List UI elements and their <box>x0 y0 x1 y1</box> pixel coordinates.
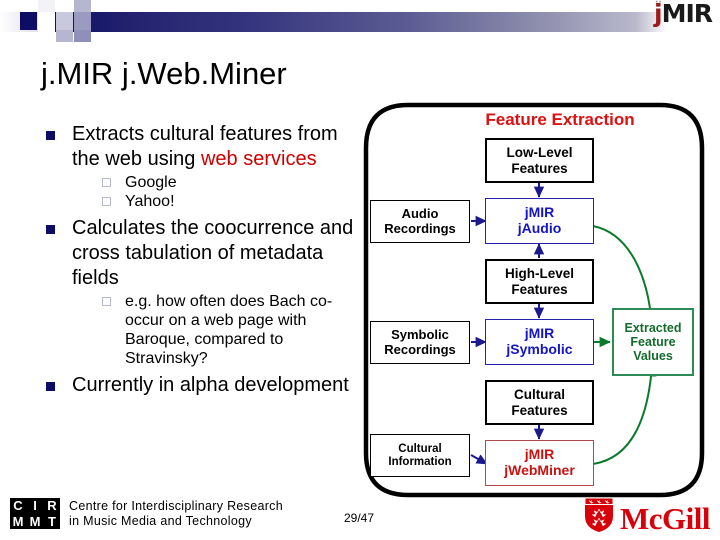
sub-bullet-marker-hollow-square-icon <box>102 197 111 206</box>
decor-square-2 <box>38 0 55 12</box>
header-gradient-bar <box>43 12 667 32</box>
diagram-heading: Feature Extraction <box>485 110 635 129</box>
sub-bullet-text: e.g. how often does Bach co-occur on a w… <box>125 293 333 367</box>
decor-square-3 <box>38 12 55 30</box>
page-title: j.MIR j.Web.Miner <box>41 56 287 91</box>
box-jaudio-line2: jAudio <box>517 220 562 236</box>
cirmmt-logo: C I R M M T Centre for Interdisciplinary… <box>10 498 283 529</box>
bullet-2-sublist: e.g. how often does Bach co-occur on a w… <box>100 292 360 368</box>
box-low-level-features: Low-Level Features <box>485 138 594 183</box>
page-number: 29/47 <box>344 511 375 525</box>
box-jmir-jsymbolic: jMIR jSymbolic <box>485 319 594 365</box>
bullet-item-1: Extracts cultural features from the web … <box>40 122 360 211</box>
sub-bullet-item: Google <box>100 173 360 192</box>
bullet-3-text: Currently in alpha development <box>72 374 349 396</box>
box-jwebminer-line2: jWebMiner <box>504 462 575 478</box>
cirmmt-tagline-line2: in Music Media and Technology <box>69 513 252 528</box>
cirmmt-letter: M <box>10 514 26 529</box>
decor-square-1 <box>20 12 37 30</box>
bullet-1-accent: web services <box>200 148 317 170</box>
mcgill-logo: McGill <box>584 497 710 536</box>
cirmmt-letter: R <box>44 498 60 513</box>
bullet-1-text: Extracts cultural features from the web … <box>72 122 360 172</box>
cirmmt-tagline: Centre for Interdisciplinary Research in… <box>69 499 283 529</box>
box-jsymbolic-line2: jSymbolic <box>506 341 573 357</box>
feature-extraction-diagram: Feature Extraction Low-Level Features jM… <box>360 98 712 502</box>
sub-bullet-item: e.g. how often does Bach co-occur on a w… <box>100 292 360 368</box>
decor-square-10 <box>74 30 91 42</box>
jmir-logo-sparkle: ·· <box>654 0 662 8</box>
sub-bullet-text: Yahoo! <box>125 193 175 210</box>
sub-bullet-item: Yahoo! <box>100 192 360 211</box>
cirmmt-letter-mark: C I R M M T <box>10 498 60 529</box>
box-jsymbolic-line1: jMIR <box>524 325 555 342</box>
bullet-item-2: Calculates the coocurrence and cross tab… <box>40 216 360 368</box>
jmir-logo: ·· jMIR <box>654 0 713 28</box>
decor-square-7 <box>74 0 91 12</box>
box-symbolic-recordings: Symbolic Recordings <box>370 321 470 364</box>
mcgill-wordmark: McGill <box>620 500 710 536</box>
decor-square-8 <box>74 12 91 30</box>
box-jaudio-line1: jMIR <box>524 204 555 221</box>
sub-bullet-marker-hollow-square-icon <box>102 178 111 187</box>
bullet-marker-square-icon <box>46 131 55 140</box>
decor-square-9 <box>56 30 73 42</box>
cirmmt-letter: T <box>44 514 60 529</box>
sub-bullet-text: Google <box>125 174 177 191</box>
cirmmt-letter: C <box>10 498 26 513</box>
cirmmt-letter: I <box>27 498 43 513</box>
cirmmt-tagline-line1: Centre for Interdisciplinary Research <box>69 498 283 513</box>
decor-square-5 <box>56 12 73 30</box>
mcgill-shield-icon <box>584 497 614 532</box>
cirmmt-letter: M <box>27 514 43 529</box>
bullet-1-sublist: Google Yahoo! <box>100 173 360 211</box>
bullet-content: Extracts cultural features from the web … <box>40 122 360 402</box>
header-decoration <box>0 0 720 46</box>
bullet-marker-square-icon <box>46 382 55 391</box>
bullet-item-3: Currently in alpha development <box>40 373 360 398</box>
bullet-2-text: Calculates the coocurrence and cross tab… <box>72 217 354 289</box>
box-jmir-jwebminer: jMIR jWebMiner <box>485 440 594 486</box>
box-cultural-features: Cultural Features <box>485 380 594 425</box>
box-jwebminer-line1: jMIR <box>524 446 555 463</box>
box-cultural-information: Cultural Information <box>370 434 470 477</box>
sub-bullet-marker-hollow-square-icon <box>102 297 111 306</box>
decor-square-4 <box>38 30 55 40</box>
box-extracted-feature-values: Extracted Feature Values <box>612 308 694 376</box>
jmir-logo-mir: MIR <box>661 0 713 28</box>
box-jmir-jaudio: jMIR jAudio <box>485 198 594 244</box>
bullet-marker-square-icon <box>46 225 55 234</box>
box-high-level-features: High-Level Features <box>485 259 594 304</box>
box-audio-recordings: Audio Recordings <box>370 200 470 243</box>
